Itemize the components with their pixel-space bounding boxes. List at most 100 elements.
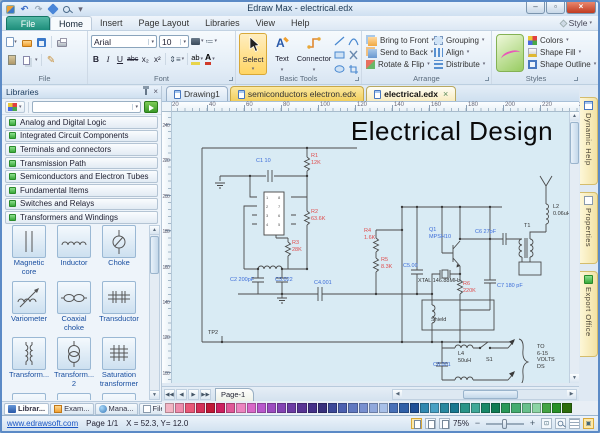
rectangle-tool-button[interactable] [333,48,346,61]
paste-button[interactable] [5,53,18,67]
font-color-button[interactable]: A▾ [205,53,215,65]
subscript-button[interactable]: x₂ [140,53,150,65]
connector-tool-button[interactable]: Connector▾ [296,33,332,75]
color-swatch[interactable] [328,403,337,413]
distribute-button[interactable]: Distribute▾ [434,59,485,70]
edrawsoft-link[interactable]: www.edrawsoft.com [7,419,78,428]
zoom-in-button[interactable]: + [527,418,538,429]
color-swatch[interactable] [491,403,500,413]
select-tool-button[interactable]: Select▾ [239,33,267,75]
library-item-analog-and-digital-logic[interactable]: Analog and Digital Logic [5,116,158,129]
basic-tools-dialog-launcher[interactable] [355,77,359,81]
scroll-left-arrow[interactable]: ◀ [393,390,402,399]
library-go-button[interactable] [144,101,158,113]
zoom-tool-button[interactable] [555,418,566,429]
color-swatch[interactable] [501,403,510,413]
pin-icon[interactable] [145,89,147,95]
tab-page-layout[interactable]: Page Layout [131,16,198,30]
shape-fill-button[interactable]: Shape Fill▾ [528,47,596,58]
color-swatch[interactable] [379,403,388,413]
underline-button[interactable]: U [115,53,125,65]
bring-to-front-button[interactable]: Bring to Front▾ [366,35,434,46]
grouping-button[interactable]: Grouping▾ [434,35,485,46]
rotate-flip-button[interactable]: Rotate & Flip▾ [366,59,434,70]
scroll-right-arrow[interactable]: ▶ [567,390,576,399]
zoom-slider-thumb[interactable] [502,419,507,429]
font-size-select[interactable]: 10▾ [159,35,189,48]
print-button[interactable] [55,35,68,49]
highlight-button[interactable]: ab▾ [191,54,203,65]
shape-transform[interactable]: Transform... [9,337,49,380]
color-swatch[interactable] [226,403,235,413]
page-break-view-button[interactable] [425,418,436,429]
styles-dialog-launcher[interactable] [574,77,578,81]
library-item-transmission-path[interactable]: Transmission Path [5,157,158,170]
color-swatch[interactable] [532,403,541,413]
panel-tab-librar[interactable]: Librar... [4,403,49,415]
color-swatch[interactable] [440,403,449,413]
color-swatch[interactable] [297,403,306,413]
library-item-fundamental-items[interactable]: Fundamental Items [5,184,158,197]
color-swatch[interactable] [522,403,531,413]
text-block-style-dropdown[interactable]: ▾ [191,38,204,45]
open-button[interactable] [20,35,33,49]
first-page-button[interactable]: ◀◀ [164,389,175,400]
shape-magnetic-core[interactable]: Magnetic core [9,225,49,276]
library-item-integrated-circuit-components[interactable]: Integrated Circuit Components [5,130,158,143]
document-tab-electrical-edx[interactable]: electrical.edx× [366,86,456,101]
color-swatch[interactable] [430,403,439,413]
save-button[interactable] [35,35,48,49]
color-swatch[interactable] [277,403,286,413]
format-painter-button[interactable]: ✎ [45,53,58,67]
tab-help[interactable]: Help [283,16,318,30]
library-item-terminals-and-connectors[interactable]: Terminals and connectors [5,143,158,156]
align-button[interactable]: Align▾ [434,47,485,58]
tab-libraries[interactable]: Libraries [197,16,248,30]
minimize-button[interactable]: – [526,2,545,14]
send-to-back-button[interactable]: Send to Back▾ [366,47,434,58]
scroll-up-arrow[interactable]: ▲ [570,112,579,121]
close-document-button[interactable]: × [443,89,448,99]
line-spacing-button[interactable]: ⇕≡▾ [169,55,184,64]
library-item-transformers-and-windings[interactable]: Transformers and Windings [5,211,158,224]
new-document-button[interactable]: ▾ [5,35,18,49]
color-swatch[interactable] [308,403,317,413]
color-swatch[interactable] [206,403,215,413]
pan-view-button[interactable]: ▣ [583,418,594,429]
zoom-slider[interactable] [486,423,524,425]
color-swatch[interactable] [338,403,347,413]
text-tool-button[interactable]: A Text▾ [269,33,295,75]
panel-scrollbar[interactable]: ▲ ▼ [149,225,160,400]
color-swatch[interactable] [460,403,469,413]
canvas-horizontal-scrollbar[interactable]: ◀ ▶ [392,389,577,400]
previous-page-button[interactable]: ◀ [176,389,187,400]
color-swatch[interactable] [359,403,368,413]
color-swatch[interactable] [552,403,561,413]
bold-button[interactable]: B [91,53,101,65]
tab-view[interactable]: View [248,16,283,30]
color-swatch[interactable] [450,403,459,413]
library-item-switches-and-relays[interactable]: Switches and Relays [5,198,158,211]
color-swatch[interactable] [471,403,480,413]
color-swatch[interactable] [511,403,520,413]
color-swatch[interactable] [399,403,408,413]
arrange-dialog-launcher[interactable] [485,77,489,81]
line-tool-button[interactable] [333,34,346,47]
side-tab-export-office[interactable]: Export Office [580,271,598,357]
color-swatch[interactable] [420,403,429,413]
shape-variometer[interactable]: Variometer [9,281,49,324]
next-page-button[interactable]: ▶ [188,389,199,400]
color-swatch[interactable] [165,403,174,413]
fit-page-button[interactable]: ⊡ [541,418,552,429]
shape-coaxial-choke[interactable]: Coaxial choke [54,281,94,332]
color-swatch[interactable] [287,403,296,413]
font-dialog-launcher[interactable] [229,77,233,81]
color-swatch[interactable] [236,403,245,413]
color-swatch[interactable] [185,403,194,413]
shape-transform-2[interactable]: Transform... 2 [54,337,94,388]
color-swatch[interactable] [481,403,490,413]
tab-insert[interactable]: Insert [92,16,131,30]
tab-file[interactable]: File [6,16,50,30]
color-swatch[interactable] [348,403,357,413]
color-swatch[interactable] [257,403,266,413]
